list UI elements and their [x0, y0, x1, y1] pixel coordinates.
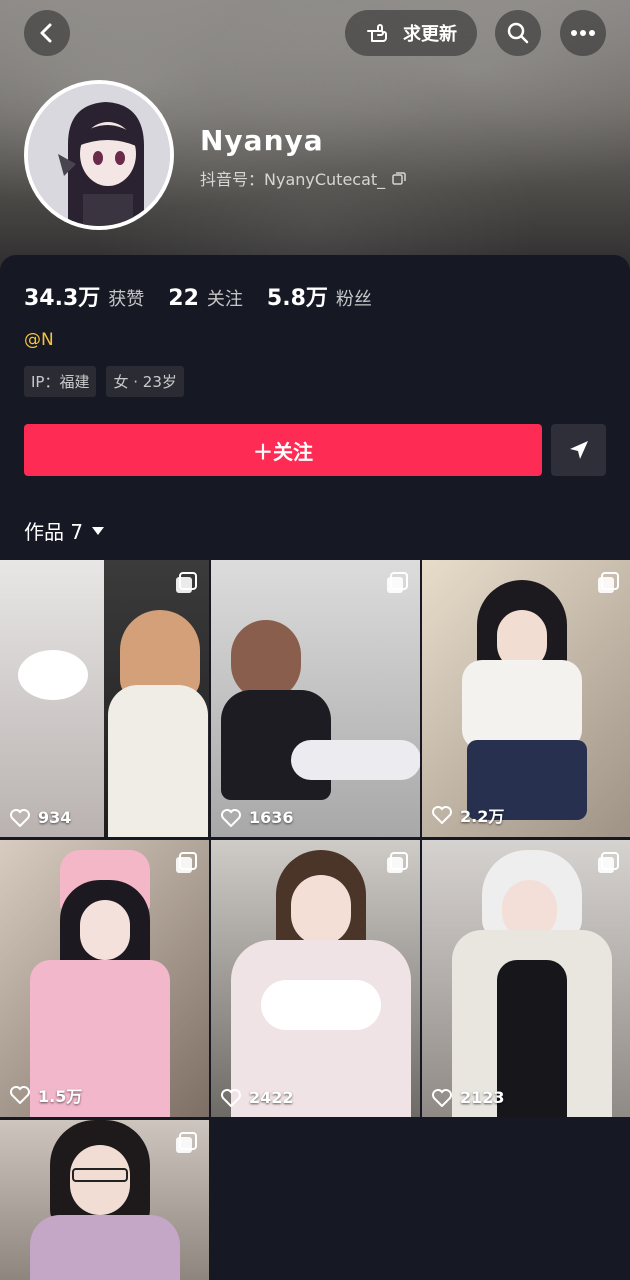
- multi-image-icon: [386, 852, 408, 878]
- avatar-illustration: [28, 84, 170, 226]
- like-count-value: 2.2万: [460, 807, 505, 826]
- heart-icon: [432, 1088, 452, 1107]
- search-button[interactable]: [495, 10, 541, 56]
- heart-icon: [10, 1086, 30, 1104]
- like-count: 1636: [221, 808, 294, 827]
- profile-stats: 34.3万 获赞 22 关注 5.8万 粉丝: [24, 280, 396, 312]
- heart-icon: [221, 808, 241, 827]
- multi-image-icon: [597, 852, 619, 878]
- caret-down-icon: [92, 526, 105, 535]
- more-button[interactable]: [560, 10, 606, 56]
- multi-image-icon: [175, 1132, 197, 1158]
- request-update-button[interactable]: 求更新: [345, 10, 477, 56]
- video-tile[interactable]: 2422: [211, 840, 420, 1117]
- avatar[interactable]: [24, 80, 174, 230]
- tab-works-label: 作品 7: [24, 520, 84, 544]
- heart-icon: [432, 806, 452, 824]
- nickname: Nyanya: [200, 124, 324, 157]
- more-icon: [571, 30, 595, 36]
- multi-image-icon: [597, 572, 619, 598]
- copy-icon[interactable]: [391, 170, 407, 186]
- like-count: 1.5万: [10, 1083, 82, 1107]
- gender-age-tag: 女 · 23岁: [106, 366, 184, 397]
- stat-followers[interactable]: 5.8万 粉丝: [267, 280, 372, 312]
- bio-mention[interactable]: @N: [24, 330, 54, 350]
- multi-image-icon: [386, 572, 408, 598]
- hand-point-icon: [367, 24, 387, 42]
- video-tile[interactable]: 1636: [211, 560, 420, 837]
- stat-likes[interactable]: 34.3万 获赞: [24, 280, 144, 312]
- heart-icon: [10, 808, 30, 827]
- profile-tags: IP：福建 女 · 23岁: [24, 366, 184, 397]
- stat-value: 22: [168, 286, 199, 311]
- heart-icon: [221, 1088, 241, 1107]
- video-tile[interactable]: 934: [0, 560, 209, 837]
- like-count-value: 1.5万: [38, 1087, 83, 1106]
- like-count: 2123: [432, 1088, 505, 1107]
- search-icon: [507, 22, 529, 44]
- video-tile[interactable]: [0, 1120, 209, 1280]
- share-button[interactable]: [551, 424, 606, 476]
- like-count: 2422: [221, 1088, 294, 1107]
- back-button[interactable]: [24, 10, 70, 56]
- stat-value: 34.3万: [24, 286, 101, 311]
- ip-location-tag: IP：福建: [24, 366, 97, 397]
- like-count-value: 1636: [249, 808, 294, 827]
- like-count-value: 934: [38, 808, 72, 827]
- back-icon: [40, 23, 52, 43]
- stat-label: 粉丝: [335, 289, 372, 310]
- like-count-value: 2422: [249, 1088, 294, 1107]
- stat-label: 关注: [206, 289, 243, 310]
- stat-following[interactable]: 22 关注: [168, 285, 243, 311]
- video-tile[interactable]: 2123: [422, 840, 630, 1117]
- douyin-id: 抖音号：NyanyCutecat_: [200, 166, 407, 190]
- send-icon: [569, 441, 588, 459]
- video-tile[interactable]: 2.2万: [422, 560, 630, 837]
- video-tile[interactable]: 1.5万: [0, 840, 209, 1117]
- stat-label: 获赞: [108, 289, 145, 310]
- like-count: 934: [10, 808, 71, 827]
- douyin-id-text: 抖音号：NyanyCutecat_: [200, 170, 386, 189]
- multi-image-icon: [175, 852, 197, 878]
- like-count: 2.2万: [432, 803, 504, 827]
- tab-works[interactable]: 作品 7: [24, 516, 105, 545]
- follow-button[interactable]: ＋关注: [24, 424, 542, 476]
- stat-value: 5.8万: [266, 286, 328, 311]
- request-update-label: 求更新: [403, 24, 457, 45]
- multi-image-icon: [175, 572, 197, 598]
- like-count-value: 2123: [460, 1088, 505, 1107]
